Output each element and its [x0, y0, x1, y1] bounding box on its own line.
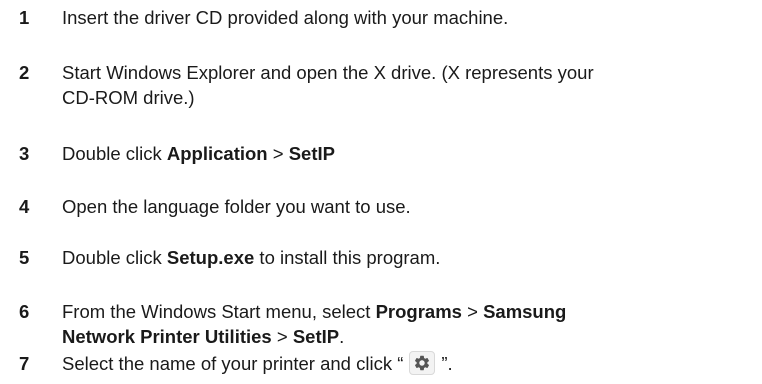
- step-text: Insert the driver CD provided along with…: [62, 5, 752, 30]
- step-bold-term: Programs: [375, 301, 462, 322]
- step-text-segment: From the Windows Start menu, select: [62, 301, 376, 322]
- step-text: Double click Setup.exe to install this p…: [62, 245, 752, 270]
- step-number: 2: [19, 62, 30, 83]
- step-text-segment: >: [267, 143, 289, 164]
- step-number: 1: [19, 7, 30, 28]
- step-bold-term: SetIP: [292, 326, 340, 347]
- step-text-segment: Select the name of your printer and clic…: [62, 353, 404, 374]
- step-text: From the Windows Start menu, select Prog…: [62, 299, 752, 349]
- step-bold-term: Application: [166, 143, 268, 164]
- step-bold-term: Network Printer Utilities: [62, 326, 272, 347]
- step-text: Start Windows Explorer and open the X dr…: [62, 60, 752, 110]
- step-text-segment: Open the language folder you want to use…: [62, 196, 411, 217]
- step-text-segment: Double click: [62, 143, 167, 164]
- step-number: 3: [19, 143, 30, 164]
- step-number: 6: [19, 301, 30, 322]
- step-text-line-1: Start Windows Explorer and open the X dr…: [62, 62, 594, 83]
- step-text-segment: Double click: [62, 247, 167, 268]
- step-number: 5: [19, 247, 30, 268]
- step-text-segment: .: [339, 326, 345, 347]
- step-bold-term: Setup.exe: [166, 247, 255, 268]
- step-text-segment: Insert the driver CD provided along with…: [62, 7, 509, 28]
- step-text-segment: ”.: [441, 353, 453, 374]
- gear-icon: [409, 351, 436, 376]
- step-text-segment: to install this program.: [254, 247, 441, 268]
- step-bold-term: Samsung: [483, 301, 567, 322]
- step-number: 7: [19, 353, 30, 374]
- step-bold-term: SetIP: [288, 143, 335, 164]
- step-text: Select the name of your printer and clic…: [62, 351, 752, 377]
- step-text: Open the language folder you want to use…: [62, 194, 752, 219]
- step-text-segment: >: [461, 301, 484, 322]
- step-text: Double click Application > SetIP: [62, 141, 752, 166]
- step-text-line-2: CD-ROM drive.): [62, 87, 195, 108]
- step-number: 4: [19, 196, 30, 217]
- step-text-segment: >: [271, 326, 293, 347]
